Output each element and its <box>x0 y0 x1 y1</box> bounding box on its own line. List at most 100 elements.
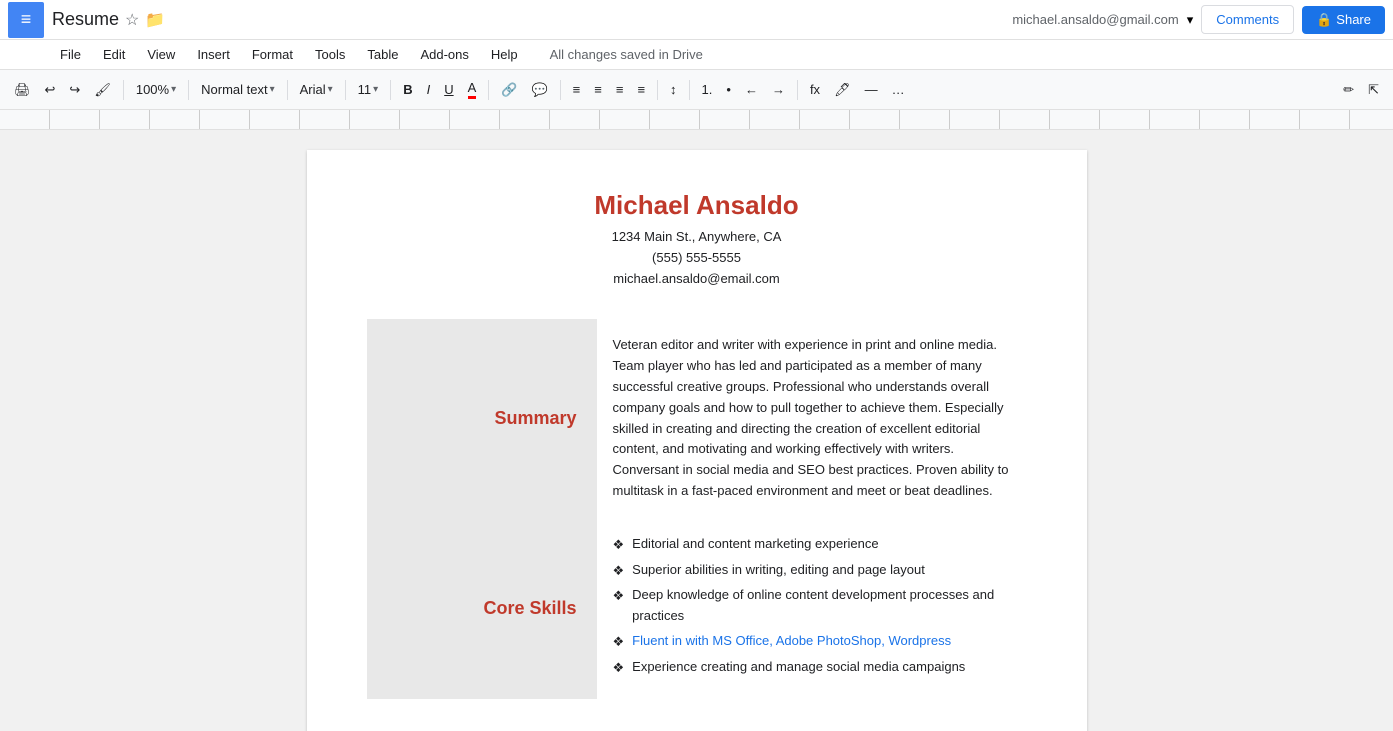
text-color-label: A <box>468 80 477 99</box>
author-name: Michael Ansaldo <box>367 190 1027 221</box>
bullet-list-button[interactable]: • <box>720 78 737 101</box>
toolbar-separator-8 <box>657 80 658 100</box>
menu-addons[interactable]: Add-ons <box>410 43 478 66</box>
comments-button[interactable]: Comments <box>1201 5 1294 34</box>
app-icon: ≡ <box>8 2 44 38</box>
zoom-dropdown[interactable]: 100% ▾ <box>130 79 182 100</box>
toolbar-separator-1 <box>123 80 124 100</box>
document-page: Michael Ansaldo 1234 Main St., Anywhere,… <box>307 150 1087 731</box>
italic-button[interactable]: I <box>421 78 437 101</box>
menu-file[interactable]: File <box>50 43 91 66</box>
menu-insert[interactable]: Insert <box>187 43 240 66</box>
comment-button[interactable]: 💬 <box>525 78 553 102</box>
skill-item-5: ❖ Experience creating and manage social … <box>613 657 1011 679</box>
skill-item-4: ❖ Fluent in with MS Office, Adobe PhotoS… <box>613 631 1011 653</box>
top-bar: ≡ Resume ☆ 📁 michael.ansaldo@gmail.com ▾… <box>0 0 1393 40</box>
summary-row: Summary Veteran editor and writer with e… <box>367 319 1027 517</box>
doc-title-area: Resume ☆ 📁 <box>52 9 1012 30</box>
share-label: Share <box>1336 12 1371 27</box>
document-area[interactable]: Michael Ansaldo 1234 Main St., Anywhere,… <box>0 130 1393 731</box>
summary-content: Veteran editor and writer with experienc… <box>597 319 1027 517</box>
more-formats-button[interactable]: … <box>886 78 911 101</box>
menu-help[interactable]: Help <box>481 43 528 66</box>
share-button[interactable]: 🔒 Share <box>1302 6 1385 34</box>
saved-status: All changes saved in Drive <box>550 47 703 62</box>
skill-item-2: ❖ Superior abilities in writing, editing… <box>613 560 1011 582</box>
skill-text-2: Superior abilities in writing, editing a… <box>632 560 925 581</box>
toolbar-separator-5 <box>390 80 391 100</box>
author-email: michael.ansaldo@email.com <box>367 269 1027 290</box>
clear-format-button[interactable]: fx <box>804 78 826 101</box>
style-dropdown[interactable]: Normal text ▾ <box>195 79 281 100</box>
align-right-button[interactable]: ≡ <box>610 78 630 101</box>
toolbar-separator-4 <box>345 80 346 100</box>
doc-header: Michael Ansaldo 1234 Main St., Anywhere,… <box>367 190 1027 289</box>
lock-icon: 🔒 <box>1316 12 1332 28</box>
paint-format-button[interactable]: 🖌 <box>88 78 117 102</box>
increase-indent-button[interactable]: → <box>766 78 791 101</box>
menu-bar: File Edit View Insert Format Tools Table… <box>0 40 1393 70</box>
author-phone: (555) 555-5555 <box>367 248 1027 269</box>
collapse-button[interactable]: ⇱ <box>1362 78 1385 102</box>
line-spacing-button[interactable]: ↕ <box>664 78 683 101</box>
toolbar-separator-9 <box>689 80 690 100</box>
folder-icon[interactable]: 📁 <box>145 10 165 30</box>
toolbar-separator-3 <box>287 80 288 100</box>
font-value: Arial <box>300 82 326 97</box>
account-area: michael.ansaldo@gmail.com ▾ Comments 🔒 S… <box>1012 5 1385 34</box>
skill-text-3: Deep knowledge of online content develop… <box>632 585 1010 627</box>
zoom-value: 100% <box>136 82 169 97</box>
skill-item-1: ❖ Editorial and content marketing experi… <box>613 534 1011 556</box>
decrease-indent-button[interactable]: ← <box>739 78 764 101</box>
app-icon-symbol: ≡ <box>21 9 32 30</box>
core-skills-content: ❖ Editorial and content marketing experi… <box>597 518 1027 699</box>
ruler-line <box>0 110 1393 129</box>
numbered-list-button[interactable]: 1. <box>696 78 719 101</box>
align-center-button[interactable]: ≡ <box>588 78 608 101</box>
core-skills-label: Core Skills <box>367 518 597 699</box>
bold-button[interactable]: B <box>397 78 418 101</box>
redo-button[interactable]: ↪ <box>63 78 86 102</box>
menu-tools[interactable]: Tools <box>305 43 355 66</box>
bullet-icon-4: ❖ <box>613 632 625 653</box>
toolbar-separator-2 <box>188 80 189 100</box>
toolbar-separator-7 <box>560 80 561 100</box>
star-icon[interactable]: ☆ <box>125 10 139 30</box>
skill-link-4[interactable]: Fluent in with MS Office, Adobe PhotoSho… <box>632 631 951 652</box>
pen-button[interactable]: ✏ <box>1337 78 1360 102</box>
ruler <box>0 110 1393 130</box>
fontsize-value: 11 <box>358 82 372 97</box>
style-value: Normal text <box>201 82 267 97</box>
link-button[interactable]: 🔗 <box>495 78 523 102</box>
bullet-icon-3: ❖ <box>613 586 625 607</box>
toolbar: 🖨 ↩ ↪ 🖌 100% ▾ Normal text ▾ Arial ▾ 11 … <box>0 70 1393 110</box>
toolbar-separator-6 <box>488 80 489 100</box>
print-button[interactable]: 🖨 <box>8 78 37 102</box>
highlight-button[interactable]: 🖊 <box>828 78 857 102</box>
align-justify-button[interactable]: ≡ <box>631 78 651 101</box>
account-email: michael.ansaldo@gmail.com <box>1012 12 1178 27</box>
account-dropdown-icon[interactable]: ▾ <box>1187 12 1194 28</box>
core-skills-row: Core Skills ❖ Editorial and content mark… <box>367 518 1027 699</box>
bullet-icon-2: ❖ <box>613 561 625 582</box>
skill-text-5: Experience creating and manage social me… <box>632 657 965 678</box>
strikethrough-button[interactable]: — <box>859 78 884 101</box>
align-left-button[interactable]: ≡ <box>567 78 587 101</box>
menu-format[interactable]: Format <box>242 43 303 66</box>
zoom-chevron: ▾ <box>171 84 176 95</box>
font-dropdown[interactable]: Arial ▾ <box>294 79 339 100</box>
menu-edit[interactable]: Edit <box>93 43 135 66</box>
fontsize-dropdown[interactable]: 11 ▾ <box>352 79 385 100</box>
doc-title[interactable]: Resume <box>52 9 119 30</box>
menu-table[interactable]: Table <box>357 43 408 66</box>
toolbar-separator-10 <box>797 80 798 100</box>
menu-view[interactable]: View <box>137 43 185 66</box>
summary-label: Summary <box>367 319 597 517</box>
underline-button[interactable]: U <box>438 78 459 101</box>
fontsize-chevron: ▾ <box>373 84 378 95</box>
text-color-button[interactable]: A <box>462 76 483 103</box>
skill-text-1: Editorial and content marketing experien… <box>632 534 878 555</box>
undo-button[interactable]: ↩ <box>39 78 62 102</box>
bullet-icon-1: ❖ <box>613 535 625 556</box>
bullet-icon-5: ❖ <box>613 658 625 679</box>
